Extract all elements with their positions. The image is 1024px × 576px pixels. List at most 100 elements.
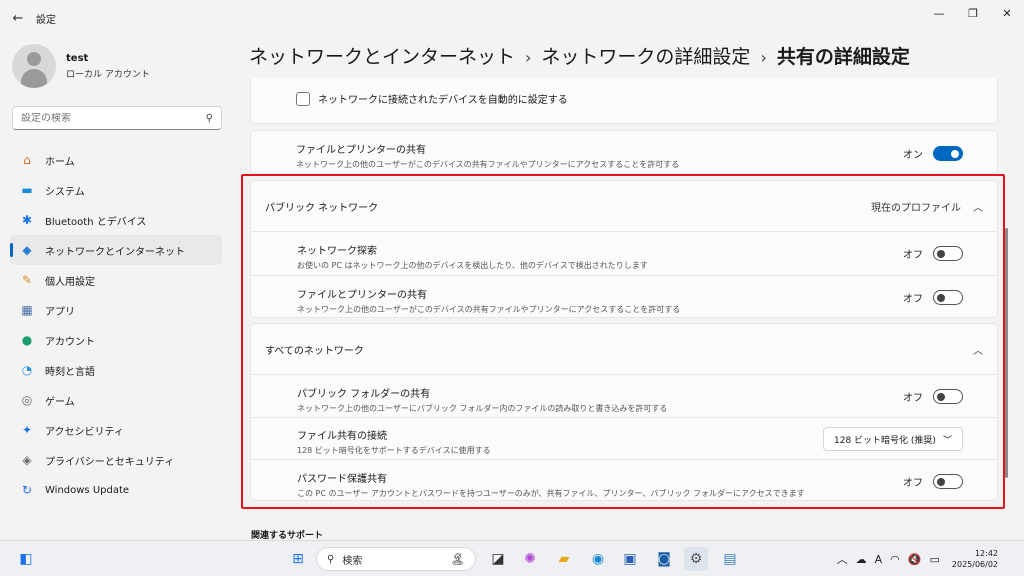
copilot-icon[interactable]: ✺	[518, 547, 542, 571]
search-icon: ⚲	[327, 553, 335, 565]
update-icon: ↻	[21, 483, 33, 497]
sidebar-item-label: ホーム	[45, 156, 75, 168]
auto-setup-card: ネットワークに接続されたデバイスを自動的に設定する	[250, 78, 998, 124]
sidebar-item-9[interactable]: ◎ ゲーム	[10, 385, 222, 415]
cloud-off-icon[interactable]: ☁	[856, 553, 867, 566]
auto-setup-checkbox[interactable]	[296, 91, 310, 106]
connection-desc: 128 ビット暗号化をサポートするデバイスに使用する	[297, 446, 491, 455]
current-profile-label: 現在のプロファイル	[871, 202, 961, 214]
user-profile[interactable]: test ローカル アカウント	[12, 44, 150, 88]
content-area: ネットワークに接続されたデバイスを自動的に設定する ファイルとプリンターの共有 …	[240, 78, 1012, 540]
sidebar-item-11[interactable]: ◈ プライバシーとセキュリティ	[10, 445, 222, 475]
user-name: test	[66, 52, 89, 64]
connection-title: ファイル共有の接続	[297, 431, 387, 442]
sidebar-item-12[interactable]: ↻ Windows Update	[10, 475, 222, 505]
clock-time: 12:42	[974, 549, 998, 558]
public-folder-toggle[interactable]	[933, 389, 963, 404]
sidebar-item-5[interactable]: ✎ 個人用設定	[10, 265, 222, 295]
taskbar-search[interactable]: ⚲ 検索 🏝	[316, 547, 476, 571]
toggle-state-label: オフ	[903, 250, 923, 261]
sidebar-item-label: プライバシーとセキュリティ	[45, 456, 175, 468]
file-share-row-private: ファイルとプリンターの共有 ネットワーク上の他のユーザーがこのデバイスの共有ファ…	[250, 130, 998, 174]
encryption-dropdown[interactable]: 128 ビット暗号化 (推奨) ﹀	[823, 427, 963, 451]
sidebar-item-label: Windows Update	[45, 484, 130, 496]
taskbar: ◧ ⊞ ⚲ 検索 🏝 ◪ ✺ ▰ ◉ ▣ ◙ ⚙ ▤ ︿ ☁ A ◠ 🔇 ▭ 1…	[0, 540, 1024, 576]
outlook-icon[interactable]: ◙	[652, 547, 676, 571]
shield-icon: ◈	[22, 453, 32, 467]
breadcrumb-separator: ›	[525, 48, 532, 67]
wifi-icon[interactable]: ◠	[890, 553, 900, 566]
discovery-toggle[interactable]	[933, 246, 963, 261]
file-share-desc: ネットワーク上の他のユーザーがこのデバイスの共有ファイルやプリンターにアクセスす…	[296, 160, 680, 169]
apps-icon: ▦	[21, 303, 33, 317]
task-view-icon[interactable]: ◪	[486, 547, 510, 571]
remote-desktop-icon[interactable]: ▤	[718, 547, 742, 571]
start-icon[interactable]: ⊞	[286, 547, 310, 571]
file-explorer-icon[interactable]: ▰	[552, 547, 576, 571]
search-input[interactable]	[21, 112, 206, 124]
chevron-up-icon[interactable]: ︿	[837, 551, 848, 567]
public-folder-desc: ネットワーク上の他のユーザーにパブリック フォルダー内のファイルの読み取りと書き…	[297, 404, 668, 413]
password-toggle[interactable]	[933, 474, 963, 489]
public-file-share-desc: ネットワーク上の他のユーザーがこのデバイスの共有ファイルやプリンターにアクセスす…	[297, 305, 681, 314]
search-box[interactable]: ⚲	[12, 106, 222, 130]
sidebar-item-2[interactable]: ▬ システム	[10, 175, 222, 205]
minimize-icon[interactable]: —	[922, 0, 956, 26]
sidebar-item-4[interactable]: ◆ ネットワークとインターネット	[10, 235, 222, 265]
edge-icon[interactable]: ◉	[586, 547, 610, 571]
encryption-value: 128 ビット暗号化 (推奨)	[834, 435, 936, 446]
accessibility-icon: ✦	[21, 423, 33, 437]
clock-globe-icon: ◔	[21, 363, 33, 377]
public-network-section: パブリック ネットワーク 現在のプロファイル ︿ ネットワーク探索 お使いの P…	[250, 180, 998, 318]
close-icon[interactable]: ✕	[990, 0, 1024, 26]
restore-icon[interactable]: ❐	[956, 0, 990, 26]
public-folder-title: パブリック フォルダーの共有	[297, 389, 431, 400]
sidebar-item-7[interactable]: ● アカウント	[10, 325, 222, 355]
store-icon[interactable]: ▣	[618, 547, 642, 571]
page-title: 共有の詳細設定	[776, 46, 910, 68]
public-file-share-toggle[interactable]	[933, 290, 963, 305]
breadcrumb-advanced[interactable]: ネットワークの詳細設定	[541, 46, 750, 68]
breadcrumb-network[interactable]: ネットワークとインターネット	[249, 46, 515, 68]
gamepad-icon: ◎	[21, 393, 33, 407]
network-icon: ◆	[22, 243, 32, 257]
widgets-icon[interactable]: ◧	[14, 547, 38, 571]
breadcrumb-separator: ›	[760, 48, 767, 67]
toggle-state-label: オン	[903, 150, 923, 161]
sidebar-item-1[interactable]: ⌂ ホーム	[10, 145, 222, 175]
back-arrow-icon[interactable]: ←	[0, 0, 36, 36]
file-share-title: ファイルとプリンターの共有	[296, 145, 426, 156]
sidebar-item-8[interactable]: ◔ 時刻と言語	[10, 355, 222, 385]
ime-indicator[interactable]: A	[875, 553, 883, 566]
brush-icon: ✎	[21, 273, 33, 287]
discovery-desc: お使いの PC はネットワーク上の他のデバイスを検出したり、他のデバイスで検出さ…	[297, 261, 648, 270]
chevron-down-icon: ﹀	[942, 435, 952, 446]
avatar	[12, 44, 56, 88]
clock[interactable]: 12:42 2025/06/02	[952, 548, 998, 570]
speaker-muted-icon[interactable]: 🔇	[908, 553, 922, 566]
search-icon: ⚲	[205, 112, 213, 124]
sidebar-item-label: 時刻と言語	[45, 366, 95, 378]
sidebar-item-6[interactable]: ▦ アプリ	[10, 295, 222, 325]
sidebar-item-3[interactable]: ✱ Bluetooth とデバイス	[10, 205, 222, 235]
public-folder-row: パブリック フォルダーの共有 ネットワーク上の他のユーザーにパブリック フォルダ…	[251, 374, 997, 417]
system-tray: ︿ ☁ A ◠ 🔇 ▭ 12:42 2025/06/02	[833, 541, 1024, 576]
settings-gear-icon[interactable]: ⚙	[684, 547, 708, 571]
file-share-toggle[interactable]	[933, 146, 963, 161]
public-network-header[interactable]: パブリック ネットワーク 現在のプロファイル ︿	[251, 181, 997, 231]
chevron-up-icon[interactable]: ︿	[973, 342, 983, 357]
clock-date: 2025/06/02	[951, 560, 998, 569]
all-networks-header[interactable]: すべてのネットワーク ︿	[251, 324, 997, 374]
toggle-state-label: オフ	[903, 393, 923, 404]
sidebar-item-label: ネットワークとインターネット	[45, 246, 185, 258]
system-icon: ▬	[21, 183, 33, 197]
scrollbar[interactable]	[1005, 228, 1008, 478]
sidebar-item-label: 個人用設定	[45, 276, 95, 288]
password-sharing-row: パスワード保護共有 この PC のユーザー アカウントとパスワードを持つユーザー…	[251, 459, 997, 502]
file-share-connection-row: ファイル共有の接続 128 ビット暗号化をサポートするデバイスに使用する 128…	[251, 417, 997, 459]
app-title: 設定	[36, 14, 56, 26]
sidebar-item-10[interactable]: ✦ アクセシビリティ	[10, 415, 222, 445]
battery-icon[interactable]: ▭	[929, 553, 939, 566]
public-network-title: パブリック ネットワーク	[265, 202, 379, 214]
chevron-up-icon[interactable]: ︿	[973, 199, 983, 214]
